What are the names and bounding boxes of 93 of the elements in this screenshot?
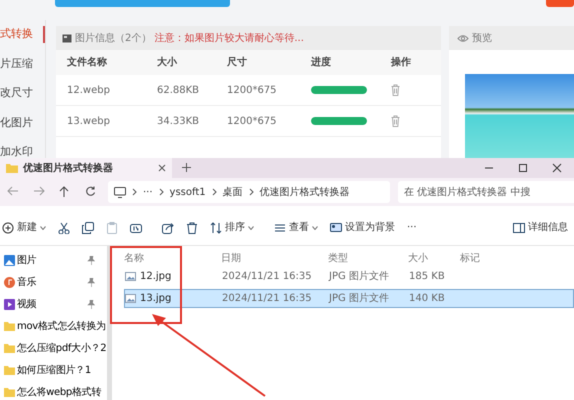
delete-button[interactable] <box>186 222 198 234</box>
chevron-icon <box>132 188 137 196</box>
image-icon <box>62 34 72 42</box>
scissors-icon <box>58 222 70 234</box>
table-cell-text: 13.webp <box>67 114 111 128</box>
search-field[interactable]: 在 优速图片格式转换器 中搜 <box>398 181 574 203</box>
trash-icon <box>186 222 198 234</box>
breadcrumb-item[interactable]: 桌面 <box>222 184 243 200</box>
file-row[interactable]: 13.jpg 2024/11/21 16:35 JPG 图片文件 140 KB <box>124 289 574 308</box>
up-icon[interactable] <box>59 186 71 198</box>
folder-icon <box>4 387 15 398</box>
panel-icon <box>513 222 525 232</box>
table-cell-text: 1200*675 <box>227 84 278 98</box>
chevron-icon <box>212 188 217 196</box>
folder-icon <box>4 365 15 376</box>
plus-icon[interactable] <box>182 163 191 172</box>
share-button[interactable] <box>162 222 174 234</box>
preview-title: 预览 <box>472 32 492 46</box>
column-header: 操作 <box>391 56 412 70</box>
forward-icon[interactable] <box>33 186 45 198</box>
sidebar-item[interactable]: 改尺寸 <box>0 85 45 102</box>
details-button[interactable]: 详细信息 <box>513 220 568 235</box>
new-button[interactable]: 新建 <box>2 220 46 235</box>
close-icon[interactable] <box>552 163 562 173</box>
file-row[interactable]: 12.jpg 2024/11/21 16:35 JPG 图片文件 185 KB <box>124 267 574 286</box>
column-header[interactable]: 类型 <box>328 251 408 266</box>
chevron-icon <box>158 188 164 196</box>
close-icon[interactable] <box>158 164 166 172</box>
back-icon[interactable] <box>7 186 19 198</box>
sidebar-item[interactable]: 化图片 <box>0 114 45 131</box>
nav-item[interactable]: 怎么将webp格式转 <box>0 384 107 400</box>
copy-icon <box>82 222 94 234</box>
sidebar-item[interactable]: 片压缩 <box>0 56 45 72</box>
sidebar-item[interactable]: 式转换 <box>0 26 45 42</box>
picture-icon <box>4 255 15 266</box>
folder-icon <box>4 321 15 332</box>
column-header: 进度 <box>311 55 332 70</box>
nav-item[interactable]: 图片 <box>0 252 107 269</box>
breadcrumb-item[interactable]: ··· <box>143 184 153 200</box>
table-cell-text: 12.webp <box>67 84 111 98</box>
column-header: 尺寸 <box>227 56 248 70</box>
table-cell-text: 34.33KB <box>157 114 200 128</box>
address-bar[interactable]: ··· yssoft1 桌面 优速图片格式转换器 <box>108 181 390 203</box>
progress-bar <box>311 86 367 94</box>
plus-circle-icon <box>2 222 14 234</box>
list-icon <box>274 222 286 234</box>
breadcrumb-item[interactable]: 优速图片格式转换器 <box>260 184 350 200</box>
more-button[interactable]: ··· <box>407 220 417 235</box>
nav-item[interactable]: mov格式怎么转换为 <box>0 318 107 335</box>
eye-icon <box>457 34 469 42</box>
maximize-icon[interactable] <box>518 163 528 173</box>
caret-icon <box>312 226 318 230</box>
refresh-icon[interactable] <box>85 186 97 198</box>
cut-button[interactable] <box>58 222 70 234</box>
table-cell-text: 1200*675 <box>227 114 278 128</box>
rename-icon <box>130 222 142 234</box>
caret-icon <box>40 226 46 230</box>
nav-item[interactable]: 如何压缩图片？1 <box>0 362 107 379</box>
clipboard-icon <box>106 222 118 234</box>
column-header[interactable]: 大小 <box>408 251 460 266</box>
nav-item[interactable]: 怎么压缩pdf大小？2 <box>0 340 107 357</box>
copy-button[interactable] <box>82 222 94 234</box>
nav-item[interactable]: 视频 <box>0 296 107 313</box>
folder-icon <box>6 163 18 173</box>
video-icon <box>4 299 15 310</box>
picture-icon <box>330 222 342 234</box>
window-tab[interactable]: 优速图片格式转换器 <box>0 158 172 178</box>
set-background-button[interactable]: 设置为背景 <box>330 220 395 235</box>
tab-title: 优速图片格式转换器 <box>23 162 114 176</box>
rename-button[interactable] <box>130 222 142 234</box>
image-file-icon <box>125 272 136 281</box>
notice-text: 注意：如果图片较大请耐心等待... <box>154 32 304 46</box>
breadcrumb-item[interactable]: yssoft1 <box>170 184 206 200</box>
sort-icon <box>210 222 222 234</box>
caret-icon <box>248 226 254 230</box>
column-header[interactable]: 名称 <box>124 251 221 266</box>
view-button[interactable]: 查看 <box>274 220 318 235</box>
folder-icon <box>4 343 15 354</box>
sidebar-item[interactable]: 加水印 <box>0 144 45 158</box>
sort-button[interactable]: 排序 <box>210 220 254 235</box>
progress-bar <box>311 117 367 125</box>
share-icon <box>162 222 174 234</box>
monitor-icon <box>114 186 126 198</box>
image-file-icon <box>125 294 136 303</box>
column-header[interactable]: 日期 <box>221 251 328 266</box>
table-cell-text: 62.88KB <box>157 84 200 98</box>
nav-item[interactable]: 音乐 <box>0 274 107 291</box>
column-header: 大小 <box>157 56 178 70</box>
chevron-icon <box>248 188 254 196</box>
music-icon <box>4 277 15 288</box>
panel-title: 图片信息（2个） <box>75 32 152 46</box>
column-header[interactable]: 标记 <box>460 251 510 266</box>
column-header: 文件名称 <box>67 56 108 70</box>
